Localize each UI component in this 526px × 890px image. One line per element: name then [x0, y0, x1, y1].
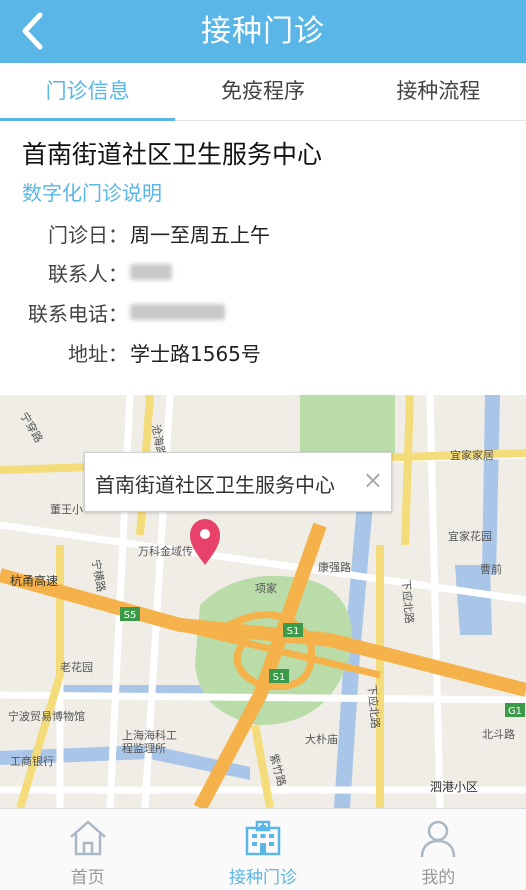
nav-label-clinic: 接种门诊 [228, 868, 297, 888]
svg-text:S1: S1 [287, 626, 300, 637]
hospital-icon [245, 820, 281, 856]
svg-text:S1: S1 [273, 672, 286, 683]
contact-value-redacted [130, 258, 172, 282]
clinic-name: 首南街道社区卫生服务中心 [22, 140, 323, 169]
nav-item-mine[interactable]: 我的 [351, 809, 526, 890]
nav-item-home[interactable]: 首页 [0, 809, 175, 890]
svg-text:程监理所: 程监理所 [122, 742, 166, 755]
svg-text:曹前: 曹前 [480, 562, 502, 576]
map-view[interactable]: S5 S1 S1 G1 宜家家居 宜家花园 董王小 万科金域传 康强路 项家 杭… [0, 395, 526, 808]
svg-text:G1: G1 [508, 706, 522, 717]
info-row-clinic-days: 门诊日： 周一至周五上午 [0, 219, 526, 249]
svg-text:宁穿路: 宁穿路 [17, 410, 46, 446]
nav-item-clinic[interactable]: 接种门诊 [175, 809, 350, 890]
clinic-info-panel: 首南街道社区卫生服务中心 数字化门诊说明 门诊日： 周一至周五上午 联系人： 联… [0, 121, 526, 393]
digital-clinic-link[interactable]: 数字化门诊说明 [22, 177, 162, 206]
river-ne [482, 395, 500, 575]
svg-text:工商银行: 工商银行 [10, 754, 54, 768]
nav-label-home: 首页 [70, 868, 105, 888]
popup-clinic-name: 首南街道社区卫生服务中心 [95, 473, 335, 497]
info-row-contact: 联系人： [0, 258, 526, 288]
svg-text:项家: 项家 [255, 581, 277, 595]
svg-text:宜家家居: 宜家家居 [450, 448, 494, 462]
svg-text:董王小: 董王小 [50, 503, 83, 516]
svg-text:杭甬高速: 杭甬高速 [10, 573, 58, 588]
svg-text:康强路: 康强路 [318, 560, 351, 574]
bottom-nav: 首页 接种门诊 我的 [0, 808, 526, 890]
clinic-days-label: 门诊日： [48, 223, 128, 247]
clinic-days-value: 周一至周五上午 [130, 223, 270, 247]
close-icon[interactable]: × [363, 466, 383, 494]
tab-immunization-schedule[interactable]: 免疫程序 [175, 63, 350, 120]
phone-label: 联系电话： [28, 302, 128, 326]
page-title: 接种门诊 [201, 14, 325, 49]
svg-text:泗港小区: 泗港小区 [430, 780, 478, 794]
info-row-address: 地址： 学士路1565号 [0, 338, 526, 368]
svg-text:老花园: 老花园 [60, 661, 93, 674]
svg-text:紫竹路: 紫竹路 [267, 752, 289, 787]
svg-text:S5: S5 [124, 610, 137, 621]
svg-text:大朴庙: 大朴庙 [305, 732, 338, 746]
tab-clinic-info[interactable]: 门诊信息 [0, 63, 176, 121]
svg-text:宁横路: 宁横路 [89, 558, 109, 593]
contact-label: 联系人： [48, 262, 128, 286]
app-header: 接种门诊 [0, 0, 526, 63]
home-icon [69, 820, 106, 856]
svg-text:北斗路: 北斗路 [482, 728, 515, 741]
user-icon [421, 820, 456, 858]
tab-bar: 门诊信息 免疫程序 接种流程 [0, 63, 526, 121]
svg-text:上海海科工: 上海海科工 [122, 728, 177, 742]
nav-label-mine: 我的 [421, 868, 456, 888]
svg-text:万科金域传: 万科金域传 [138, 544, 193, 558]
svg-text:宁波贸易博物馆: 宁波贸易博物馆 [8, 709, 85, 723]
address-label: 地址： [68, 342, 128, 366]
address-value: 学士路1565号 [130, 342, 261, 366]
phone-value-redacted [130, 298, 225, 322]
info-row-phone: 联系电话： [0, 298, 526, 328]
park-north [300, 395, 395, 455]
map-info-popup: 首南街道社区卫生服务中心 × [84, 452, 392, 512]
svg-text:宜家花园: 宜家花园 [448, 529, 492, 543]
tab-vaccination-process[interactable]: 接种流程 [351, 63, 526, 120]
